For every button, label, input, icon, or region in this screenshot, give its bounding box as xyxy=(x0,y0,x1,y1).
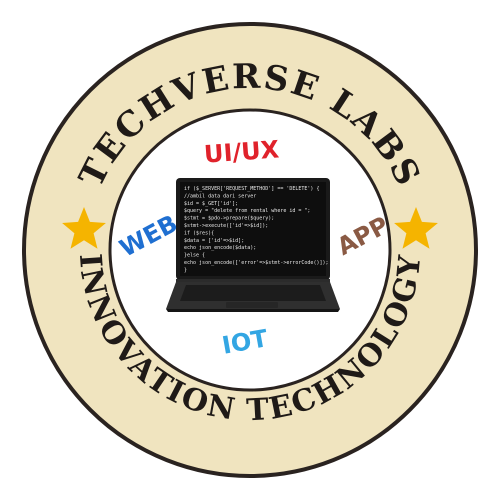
uiux-label: UI/UX xyxy=(203,135,281,169)
badge-emblem: TECHVERSE LABS INNOVATION TECHNOLOGY if … xyxy=(22,22,478,478)
code-line: //ambil data dari server xyxy=(184,193,256,199)
code-line: $data = ['id'=>$id]; xyxy=(184,238,244,244)
code-line: if ($res){ xyxy=(184,230,214,236)
code-line: } xyxy=(184,267,187,273)
code-line: echo json_encode($data); xyxy=(184,245,256,251)
code-line: $stmt = $pdo->prepare($query); xyxy=(184,216,274,222)
laptop-icon: if ($_SERVER['REQUEST_METHOD'] == 'DELET… xyxy=(166,178,340,312)
code-line: }else { xyxy=(184,253,205,259)
code-line: $id = $_GET['id']; xyxy=(184,201,238,207)
code-line: echo json_encode(['error'=>$stmt->errorC… xyxy=(184,260,329,266)
code-line: $query = "delete from rental where id = … xyxy=(184,208,310,214)
code-line: $stmt->execute(['id'=>$id]); xyxy=(184,223,268,229)
code-line: if ($_SERVER['REQUEST_METHOD'] == 'DELET… xyxy=(184,186,319,192)
